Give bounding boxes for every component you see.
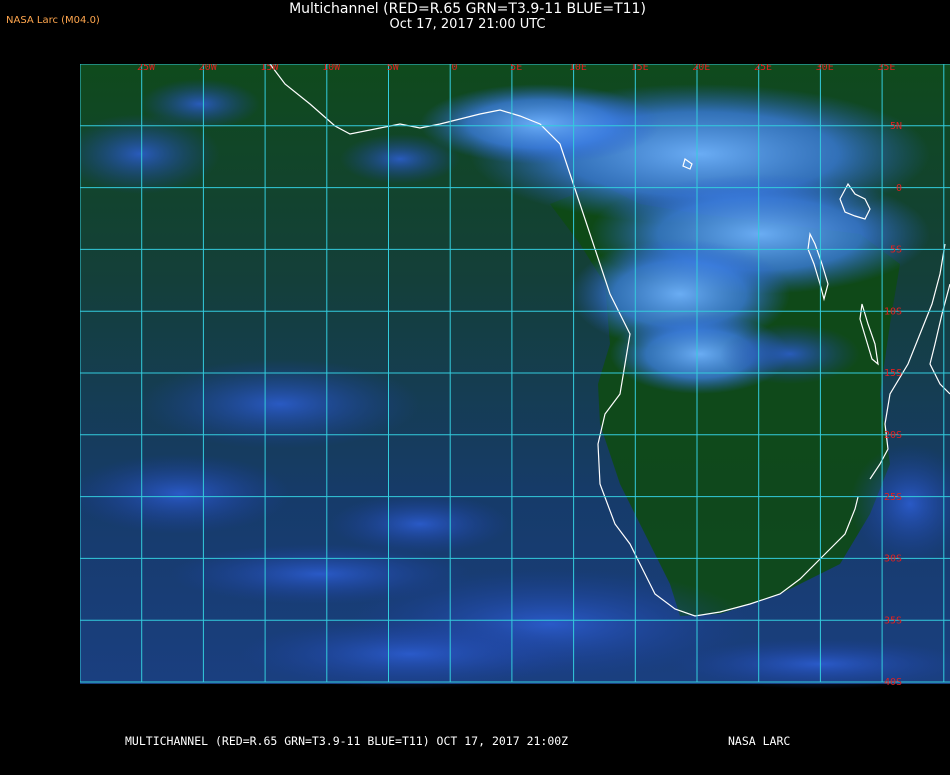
longitude-label: 35E: [877, 64, 895, 73]
satellite-map-canvas: 25W 20W 15W 10W 5W 0 5E 10E 15E 20E 25E 30E 35E 5N 0 5…: [80, 64, 950, 727]
longitude-label: 5W: [387, 64, 400, 73]
latitude-label: 15S: [884, 368, 902, 379]
longitude-label: 15W: [260, 64, 279, 73]
footer-bar: MULTICHANNEL (RED=R.65 GRN=T3.9-11 BLUE=…: [0, 733, 950, 750]
latitude-label: 20S: [884, 430, 902, 441]
footer-credit: NASA LARC: [728, 734, 791, 748]
footer-caption: MULTICHANNEL (RED=R.65 GRN=T3.9-11 BLUE=…: [125, 734, 569, 748]
latitude-label: 30S: [884, 554, 902, 565]
longitude-label: 10E: [569, 64, 587, 73]
longitude-label: 10W: [322, 64, 341, 73]
image-timestamp: Oct 17, 2017 21:00 UTC: [389, 17, 546, 32]
latitude-label: 5N: [890, 121, 902, 132]
longitude-label: 20W: [199, 64, 218, 73]
latitude-label: 0: [896, 183, 902, 194]
latitude-label: 40S: [884, 677, 902, 688]
longitude-label: 0: [451, 64, 457, 73]
longitude-label: 5E: [510, 64, 522, 73]
latitude-label: 25S: [884, 492, 902, 503]
longitude-label: 15E: [631, 64, 649, 73]
image-title: Multichannel (RED=R.65 GRN=T3.9-11 BLUE=…: [289, 1, 646, 17]
latitude-label: 35S: [884, 615, 902, 626]
longitude-label: 20E: [692, 64, 710, 73]
map-bottom-band: [80, 684, 950, 727]
longitude-label: 25E: [754, 64, 772, 73]
latitude-label: 10S: [884, 306, 902, 317]
longitude-label: 25W: [137, 64, 156, 73]
longitude-label: 30E: [816, 64, 834, 73]
latitude-label: 5S: [890, 245, 902, 256]
satellite-map: 25W 20W 15W 10W 5W 0 5E 10E 15E 20E 25E 30E 35E 5N 0 5…: [80, 64, 950, 727]
